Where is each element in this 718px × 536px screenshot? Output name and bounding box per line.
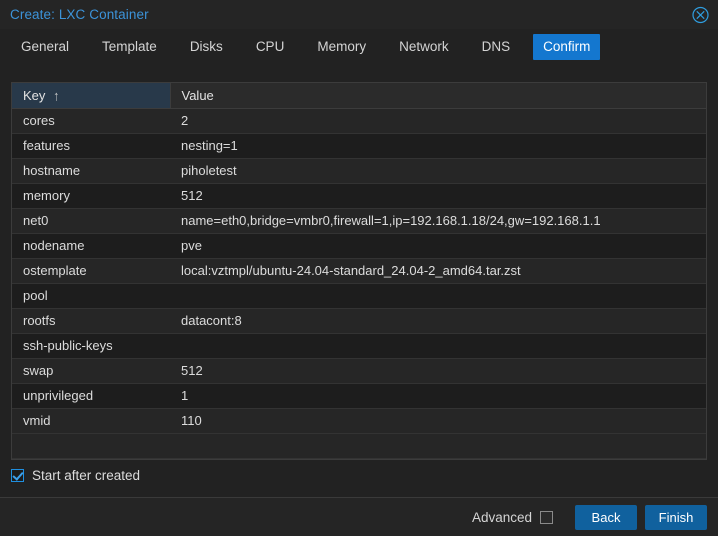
cell-value bbox=[170, 433, 706, 459]
cell-key: hostname bbox=[12, 158, 170, 184]
start-after-created-label: Start after created bbox=[32, 468, 141, 483]
sort-ascending-icon: ↑ bbox=[53, 87, 60, 104]
cell-key: unprivileged bbox=[12, 383, 170, 409]
cell-key: swap bbox=[12, 358, 170, 384]
advanced-checkbox[interactable] bbox=[540, 510, 553, 524]
close-circle-icon[interactable] bbox=[692, 6, 709, 23]
table-header: Key ↑ Value bbox=[12, 83, 706, 109]
cell-key: pool bbox=[12, 283, 170, 309]
dialog-title: Create: LXC Container bbox=[10, 7, 149, 22]
table-row[interactable]: nodename pve bbox=[12, 233, 706, 259]
tab-disks[interactable]: Disks bbox=[180, 34, 233, 60]
table-row[interactable]: ssh-public-keys bbox=[12, 333, 706, 359]
table-row[interactable]: features nesting=1 bbox=[12, 133, 706, 159]
cell-key: nodename bbox=[12, 233, 170, 259]
cell-value: piholetest bbox=[170, 158, 706, 184]
cell-key: ssh-public-keys bbox=[12, 333, 170, 359]
column-header-key-label: Key bbox=[23, 87, 46, 103]
back-button[interactable]: Back bbox=[575, 504, 637, 530]
start-after-created-row[interactable]: Start after created bbox=[11, 468, 140, 483]
table-row[interactable]: net0 name=eth0,bridge=vmbr0,firewall=1,ip… bbox=[12, 208, 706, 234]
cell-value: name=eth0,bridge=vmbr0,firewall=1,ip=192… bbox=[170, 208, 706, 234]
cell-value: 110 bbox=[170, 408, 706, 434]
tab-dns[interactable]: DNS bbox=[472, 34, 521, 60]
column-header-key[interactable]: Key ↑ bbox=[12, 83, 171, 109]
summary-table-container: Key ↑ Value cores 2 features nesting=1 hostna… bbox=[11, 82, 707, 460]
cell-value: 1 bbox=[170, 383, 706, 409]
table-row[interactable]: ostemplate local:vztmpl/ubuntu-24.04-stan… bbox=[12, 258, 706, 284]
column-header-value-label: Value bbox=[181, 87, 214, 103]
cell-value: 512 bbox=[170, 183, 706, 209]
summary-table: Key ↑ Value cores 2 features nesting=1 hostna… bbox=[12, 83, 706, 459]
table-row[interactable]: memory 512 bbox=[12, 183, 706, 209]
cell-value: nesting=1 bbox=[170, 133, 706, 159]
tab-cpu[interactable]: CPU bbox=[246, 34, 295, 60]
tab-confirm[interactable]: Confirm bbox=[533, 34, 601, 60]
cell-key: net0 bbox=[12, 208, 170, 234]
table-row[interactable]: unprivileged 1 bbox=[12, 383, 706, 409]
cell-value: datacont:8 bbox=[170, 308, 706, 334]
cell-key: vmid bbox=[12, 408, 170, 434]
cell-value: 2 bbox=[170, 108, 706, 134]
cell-value bbox=[170, 333, 706, 359]
table-row[interactable]: pool bbox=[12, 283, 706, 309]
cell-value: local:vztmpl/ubuntu-24.04-standard_24.04… bbox=[170, 258, 706, 284]
cell-key: memory bbox=[12, 183, 170, 209]
tab-network[interactable]: Network bbox=[389, 34, 459, 60]
column-header-value[interactable]: Value bbox=[170, 83, 706, 109]
dialog-footer: Advanced Back Finish bbox=[0, 498, 718, 536]
tab-template[interactable]: Template bbox=[92, 34, 167, 60]
cell-value bbox=[170, 283, 706, 309]
tab-general[interactable]: General bbox=[11, 34, 79, 60]
cell-value: pve bbox=[170, 233, 706, 259]
start-after-created-checkbox[interactable] bbox=[11, 469, 24, 482]
cell-key: features bbox=[12, 133, 170, 159]
cell-key bbox=[12, 433, 170, 459]
cell-key: ostemplate bbox=[12, 258, 170, 284]
table-row[interactable]: hostname piholetest bbox=[12, 158, 706, 184]
cell-key: rootfs bbox=[12, 308, 170, 334]
wizard-tabbar: General Template Disks CPU Memory Networ… bbox=[0, 29, 718, 65]
table-row[interactable]: rootfs datacont:8 bbox=[12, 308, 706, 334]
finish-button[interactable]: Finish bbox=[645, 504, 707, 530]
table-row[interactable]: vmid 110 bbox=[12, 408, 706, 434]
table-body: cores 2 features nesting=1 hostname piholetes… bbox=[12, 108, 706, 459]
table-row[interactable]: cores 2 bbox=[12, 108, 706, 134]
advanced-label: Advanced bbox=[471, 509, 532, 525]
table-row[interactable]: swap 512 bbox=[12, 358, 706, 384]
table-empty-row bbox=[12, 433, 706, 459]
dialog-titlebar: Create: LXC Container bbox=[0, 0, 718, 29]
table-header-row: Key ↑ Value bbox=[12, 83, 706, 109]
tab-memory[interactable]: Memory bbox=[307, 34, 376, 60]
cell-key: cores bbox=[12, 108, 170, 134]
cell-value: 512 bbox=[170, 358, 706, 384]
